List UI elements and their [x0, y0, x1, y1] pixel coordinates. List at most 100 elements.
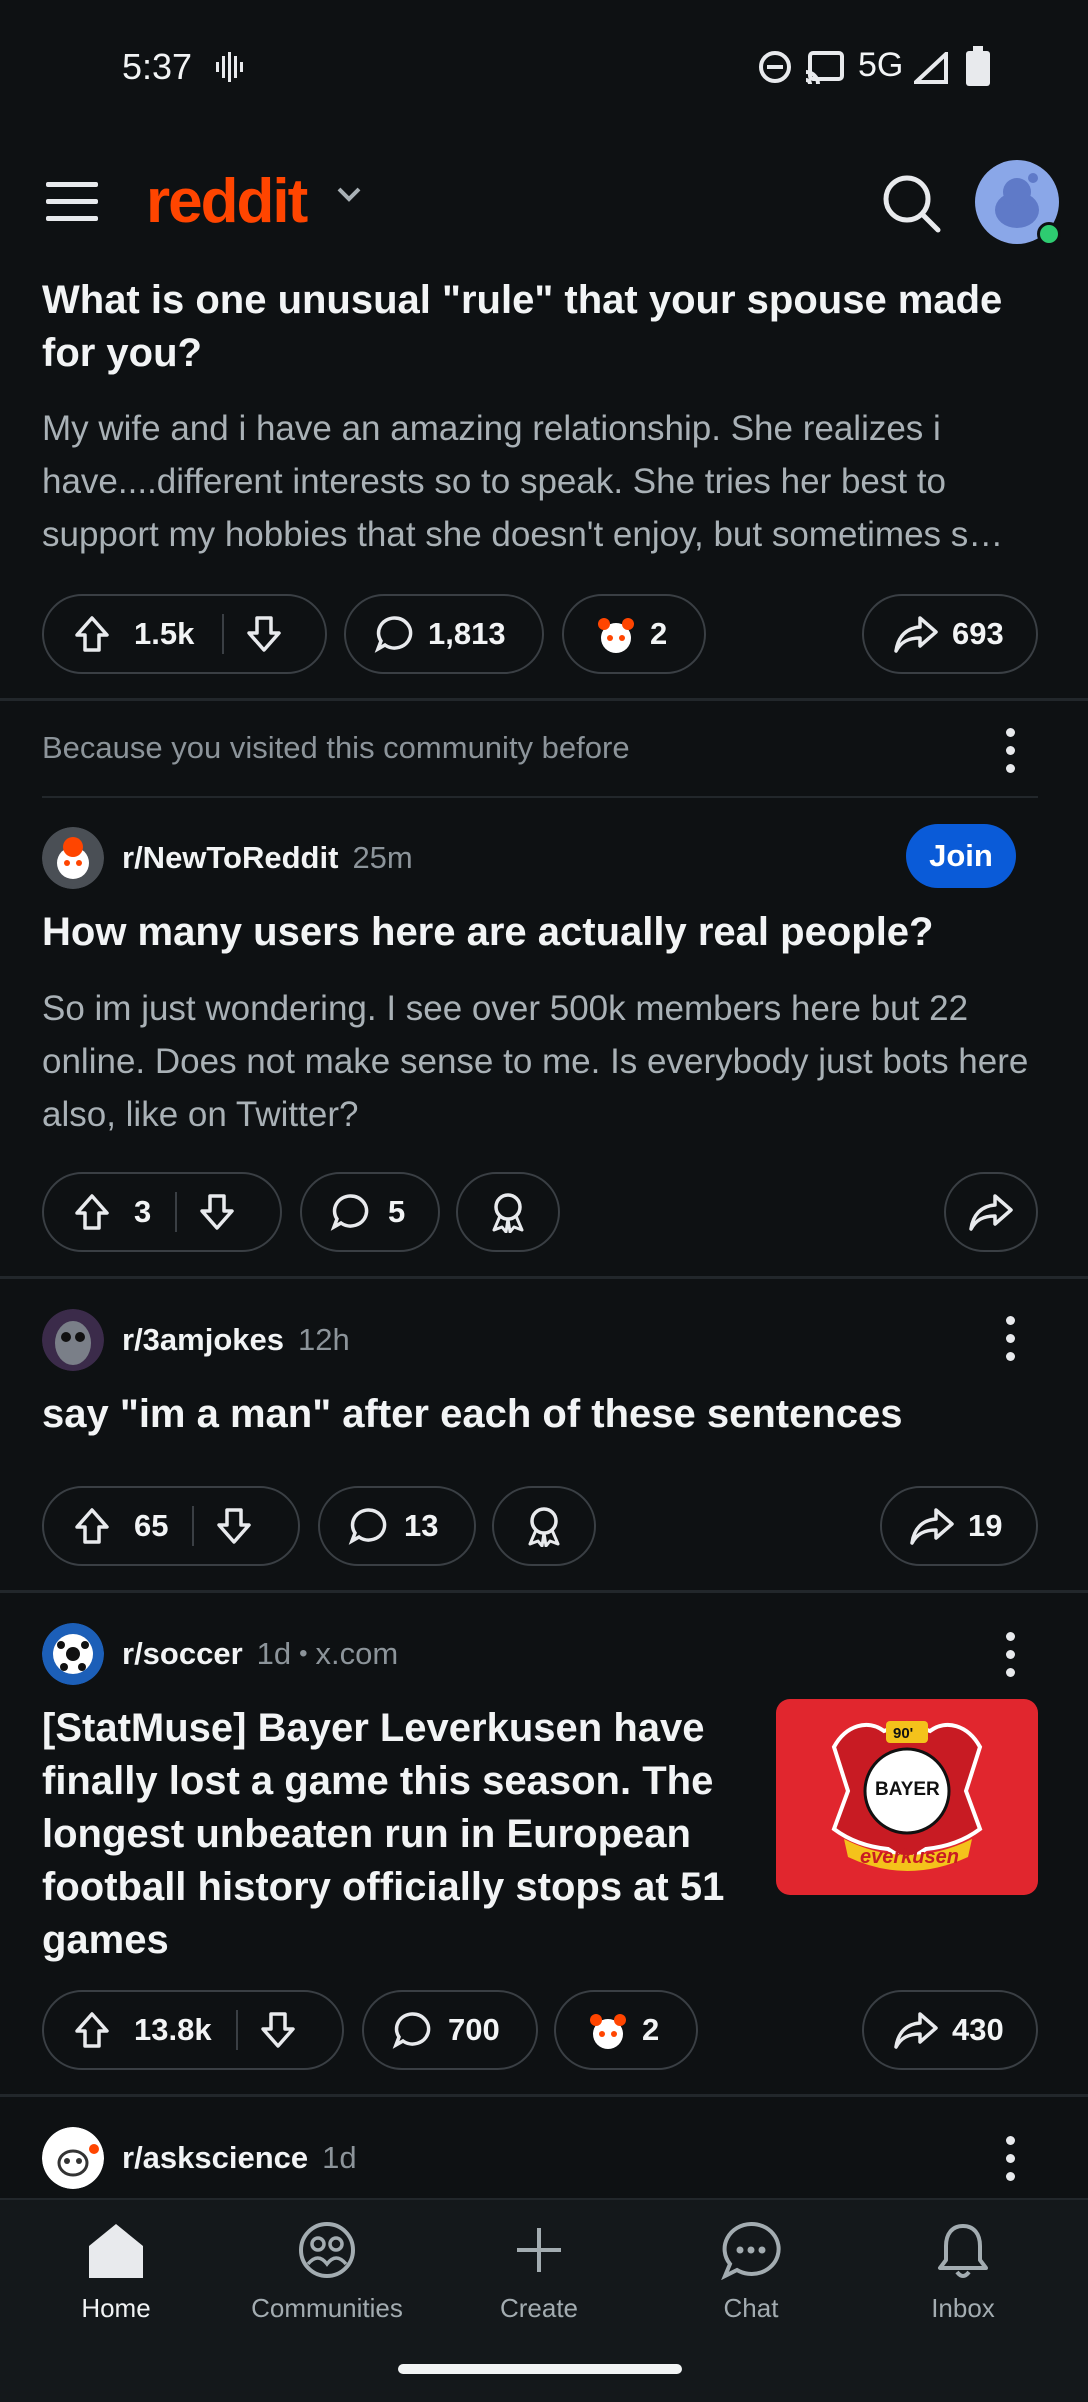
post-title[interactable]: say "im a man" after each of these sente…: [42, 1388, 1042, 1441]
battery-icon: [966, 46, 990, 86]
meta-separator: •: [299, 1640, 308, 1667]
share-icon: [894, 616, 938, 653]
award-outline-icon: [528, 1507, 560, 1547]
post-time: 1d: [256, 1636, 292, 1671]
nav-label: Create: [499, 2293, 579, 2323]
nav-label: Communities: [251, 2293, 403, 2323]
comments-button[interactable]: 1,813: [344, 594, 544, 674]
subreddit-avatar[interactable]: [42, 1623, 104, 1685]
vote-count: 65: [134, 1508, 169, 1543]
nav-chat[interactable]: Chat: [671, 2220, 831, 2324]
subreddit-name[interactable]: r/soccer: [122, 1636, 243, 1672]
vibrate-icon: [216, 52, 243, 82]
post-domain[interactable]: x.com: [316, 1636, 399, 1672]
gesture-home-bar[interactable]: [398, 2364, 682, 2374]
overflow-menu-icon[interactable]: [1004, 2136, 1016, 2182]
subreddit-avatar[interactable]: [42, 827, 104, 889]
comment-icon: [348, 1508, 387, 1545]
overflow-menu-icon[interactable]: [1004, 1316, 1016, 1362]
crest-minute: 90': [893, 1725, 914, 1742]
post-thumbnail[interactable]: 90' BAYER everkusen: [776, 1699, 1038, 1895]
online-indicator: [1037, 222, 1061, 246]
post-meta: r/askscience 1d: [42, 2126, 357, 2190]
comment-icon: [374, 616, 413, 653]
divider: [0, 2094, 1088, 2097]
nav-label: Inbox: [931, 2293, 995, 2323]
nav-create[interactable]: Create: [459, 2220, 619, 2324]
award-button[interactable]: [456, 1172, 560, 1252]
plus-icon: [517, 2228, 561, 2272]
upvote-icon[interactable]: [74, 2011, 110, 2049]
divider: [0, 1276, 1088, 1279]
downvote-icon[interactable]: [260, 2011, 296, 2049]
post-title[interactable]: [StatMuse] Bayer Leverkusen have finally…: [42, 1702, 762, 1967]
post-body[interactable]: My wife and i have an amazing relationsh…: [42, 402, 1052, 561]
divider: [0, 1590, 1088, 1593]
award-count: 2: [650, 616, 668, 651]
downvote-icon[interactable]: [246, 615, 282, 653]
nav-inbox[interactable]: Inbox: [883, 2220, 1043, 2324]
post-time: 12h: [298, 1322, 350, 1357]
post-title[interactable]: How many users here are actually real pe…: [42, 906, 1042, 959]
chat-icon: [721, 2221, 781, 2281]
comments-button[interactable]: 700: [362, 1990, 538, 2070]
downvote-icon[interactable]: [216, 1507, 252, 1545]
nav-home[interactable]: Home: [36, 2220, 196, 2324]
post-time: 1d: [322, 2140, 357, 2175]
reddit-logo[interactable]: reddit: [146, 166, 308, 237]
post-meta: r/soccer 1d • x.com: [42, 1622, 398, 1686]
upvote-icon[interactable]: [74, 1193, 110, 1231]
subreddit-name[interactable]: r/3amjokes: [122, 1322, 284, 1358]
award-count: 2: [642, 2012, 660, 2047]
network-label: 5G: [858, 46, 904, 84]
vote-count: 1.5k: [134, 616, 195, 651]
comments-button[interactable]: 5: [300, 1172, 440, 1252]
award-button[interactable]: [492, 1486, 596, 1566]
divider: [42, 796, 1038, 798]
comment-icon: [392, 2012, 431, 2049]
nav-communities[interactable]: Communities: [247, 2220, 407, 2324]
share-button[interactable]: 430: [862, 1990, 1038, 2070]
comments-button[interactable]: 13: [318, 1486, 476, 1566]
vote-pill: 65: [42, 1486, 300, 1566]
vote-pill: 1.5k: [42, 594, 327, 674]
downvote-icon[interactable]: [199, 1193, 235, 1231]
nav-label: Home: [81, 2293, 151, 2323]
divider: [0, 698, 1088, 701]
status-time: 5:37: [122, 46, 193, 87]
subreddit-name[interactable]: r/askscience: [122, 2140, 308, 2176]
award-button[interactable]: 2: [562, 594, 706, 674]
upvote-icon[interactable]: [74, 615, 110, 653]
menu-icon[interactable]: [46, 182, 98, 222]
award-icon: [598, 618, 634, 653]
share-icon: [910, 1508, 954, 1545]
nav-label: Chat: [723, 2293, 779, 2323]
overflow-menu-icon[interactable]: [1004, 1632, 1016, 1678]
chevron-down-icon[interactable]: [336, 186, 362, 204]
share-count: 693: [952, 616, 1004, 651]
share-icon: [969, 1194, 1013, 1231]
post-body[interactable]: So im just wondering. I see over 500k me…: [42, 982, 1052, 1141]
overflow-menu-icon[interactable]: [1004, 728, 1016, 774]
share-button[interactable]: 19: [880, 1486, 1038, 1566]
share-button[interactable]: [944, 1172, 1038, 1252]
recommendation-label: Because you visited this community befor…: [42, 730, 630, 765]
post-title[interactable]: What is one unusual "rule" that your spo…: [42, 274, 1042, 380]
vote-pill: 13.8k: [42, 1990, 344, 2070]
award-outline-icon: [492, 1193, 524, 1233]
post-meta: r/3amjokes 12h: [42, 1308, 350, 1372]
subreddit-avatar[interactable]: [42, 2127, 104, 2189]
search-icon[interactable]: [880, 172, 942, 234]
user-avatar[interactable]: [975, 160, 1061, 246]
communities-icon: [299, 2222, 355, 2278]
vote-pill: 3: [42, 1172, 282, 1252]
join-button[interactable]: Join: [906, 824, 1016, 888]
crest-bayer-text: BAYER: [875, 1779, 940, 1800]
subreddit-name[interactable]: r/NewToReddit: [122, 840, 338, 876]
award-button[interactable]: 2: [554, 1990, 698, 2070]
subreddit-avatar[interactable]: [42, 1309, 104, 1371]
share-button[interactable]: 693: [862, 594, 1038, 674]
bell-icon: [938, 2224, 988, 2278]
award-icon: [590, 2014, 626, 2049]
upvote-icon[interactable]: [74, 1507, 110, 1545]
